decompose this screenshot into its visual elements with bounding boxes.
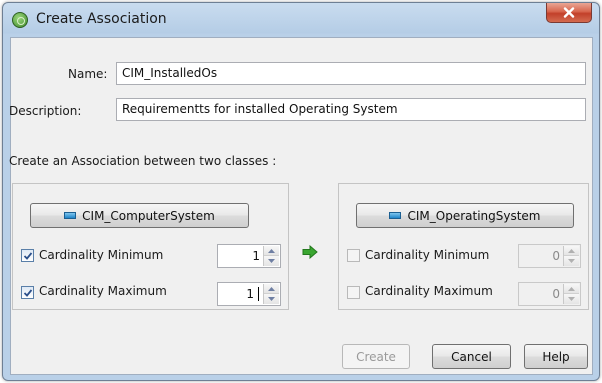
triangle-down-icon (268, 259, 275, 263)
triangle-up-icon (568, 286, 575, 291)
target-cardinality-min-spinner[interactable]: 0 (518, 244, 581, 268)
window-title: Create Association (36, 11, 167, 27)
name-field[interactable]: CIM_InstalledOs (116, 62, 586, 85)
spin-up-button[interactable] (264, 284, 279, 294)
source-class-group: CIM_ComputerSystem Cardinality Minimum 1 (12, 183, 289, 310)
class-icon (64, 212, 77, 219)
checkmark-icon (23, 252, 33, 260)
source-cardinality-min-checkbox[interactable] (21, 249, 34, 262)
name-label: Name: (68, 67, 108, 81)
spin-down-button[interactable] (564, 294, 579, 304)
target-cardinality-max-label: Cardinality Maximum (365, 284, 493, 298)
arrow-right-icon (302, 245, 318, 259)
help-button[interactable]: Help (524, 344, 588, 369)
description-field[interactable]: Requirementts for installed Operating Sy… (116, 98, 586, 121)
spin-down-button[interactable] (264, 294, 279, 304)
target-cardinality-min-label: Cardinality Minimum (365, 248, 490, 262)
triangle-down-icon (568, 297, 575, 301)
source-class-button[interactable]: CIM_ComputerSystem (30, 203, 249, 228)
target-class-group: CIM_OperatingSystem Cardinality Minimum … (338, 183, 589, 310)
source-cardinality-min-label: Cardinality Minimum (39, 248, 164, 262)
text-caret (258, 287, 259, 301)
spin-arrows (263, 284, 279, 304)
source-cardinality-min-spinner[interactable]: 1 (217, 244, 281, 268)
dialog-body: Name: CIM_InstalledOs Description: Requi… (9, 37, 593, 375)
spin-up-button[interactable] (564, 246, 579, 256)
source-cardinality-min-value: 1 (252, 249, 260, 263)
source-class-label: CIM_ComputerSystem (82, 208, 215, 223)
close-icon (563, 7, 575, 18)
create-button[interactable]: Create (342, 344, 410, 369)
spin-arrows (563, 284, 579, 304)
spin-arrows (563, 246, 579, 266)
source-cardinality-max-label: Cardinality Maximum (39, 284, 167, 298)
triangle-up-icon (568, 248, 575, 253)
class-icon (389, 212, 402, 219)
triangle-up-icon (268, 248, 275, 253)
spin-up-button[interactable] (264, 246, 279, 256)
create-association-dialog: Create Association Name: CIM_InstalledOs… (2, 2, 600, 381)
close-button[interactable] (546, 3, 592, 23)
spin-down-button[interactable] (264, 256, 279, 266)
cancel-button[interactable]: Cancel (432, 344, 511, 369)
spin-up-button[interactable] (564, 284, 579, 294)
spin-arrows (263, 246, 279, 266)
triangle-down-icon (568, 259, 575, 263)
target-class-label: CIM_OperatingSystem (407, 208, 541, 223)
target-cardinality-min-checkbox[interactable] (347, 249, 360, 262)
target-class-button[interactable]: CIM_OperatingSystem (356, 203, 574, 228)
target-cardinality-max-spinner[interactable]: 0 (518, 282, 581, 306)
association-prompt: Create an Association between two classe… (9, 154, 277, 168)
checkmark-icon (23, 289, 33, 297)
spin-down-button[interactable] (564, 256, 579, 266)
target-cardinality-max-checkbox[interactable] (347, 286, 360, 299)
source-cardinality-max-checkbox[interactable] (21, 286, 34, 299)
association-app-icon (12, 12, 28, 28)
source-cardinality-max-value: 1 (246, 287, 254, 301)
target-cardinality-max-value: 0 (552, 287, 560, 301)
source-cardinality-max-spinner[interactable]: 1 (217, 282, 281, 306)
triangle-down-icon (268, 297, 275, 301)
title-bar[interactable]: Create Association (3, 3, 599, 37)
description-label: Description: (9, 104, 82, 118)
triangle-up-icon (268, 286, 275, 291)
target-cardinality-min-value: 0 (552, 249, 560, 263)
